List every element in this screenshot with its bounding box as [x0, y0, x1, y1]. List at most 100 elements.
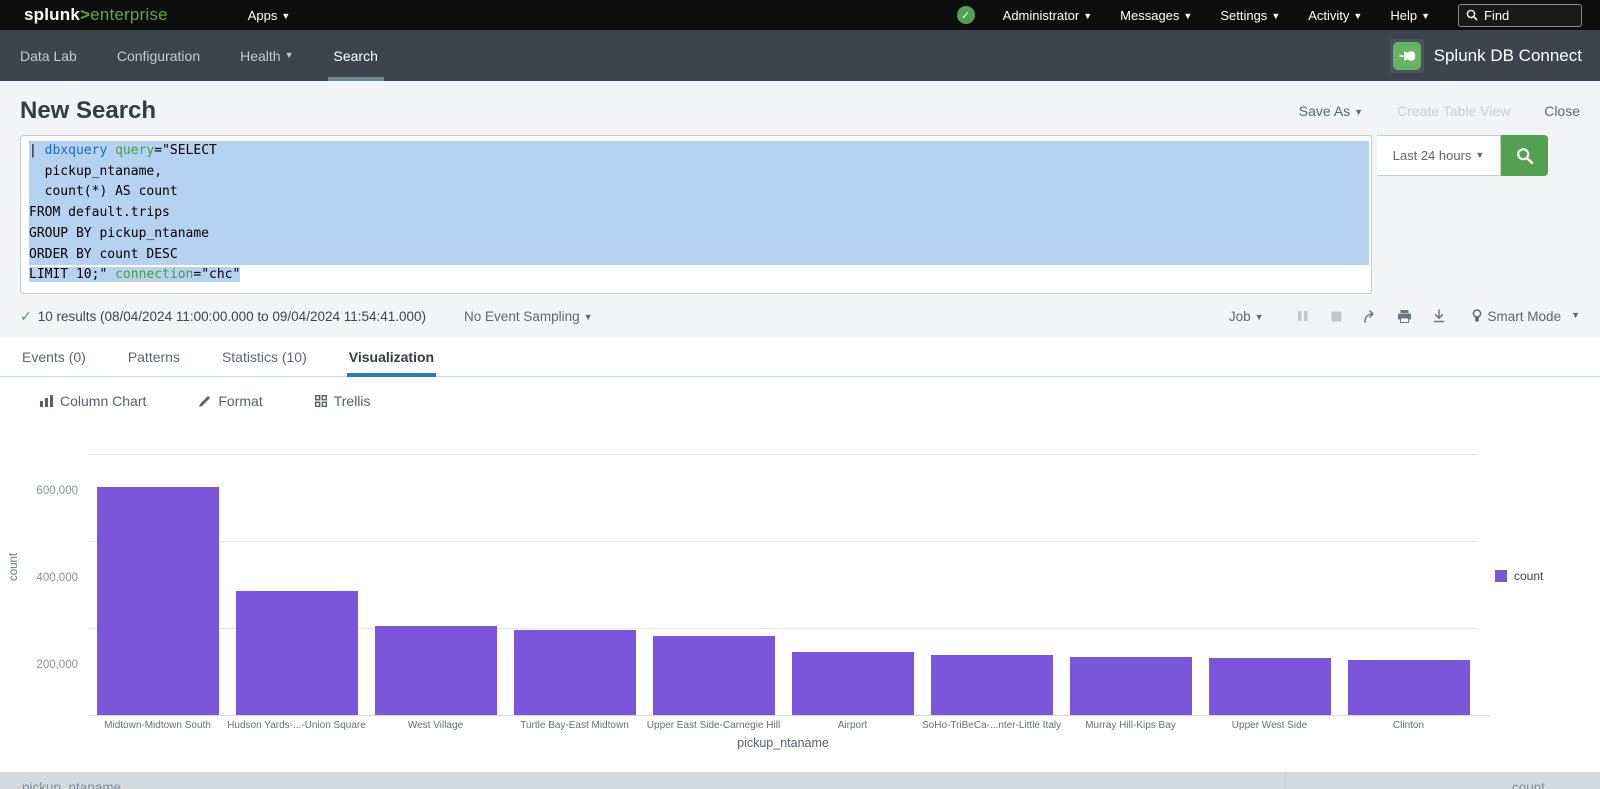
chevron-down-icon: ▼ [1353, 11, 1362, 21]
results-bar: ✓ 10 results (08/04/2024 11:00:00.000 to… [20, 294, 1580, 338]
nav-item-data-lab[interactable]: Data Lab [0, 30, 97, 81]
bar-7[interactable] [1070, 657, 1192, 716]
stop-button[interactable] [1320, 303, 1354, 329]
search-page-head: New Search Save As▼ Create Table View Cl… [0, 81, 1600, 338]
bar-slot [783, 652, 922, 716]
chevron-down-icon: ▼ [1571, 310, 1580, 320]
db-connect-app-icon[interactable] [1390, 39, 1424, 73]
share-button[interactable] [1354, 303, 1388, 329]
x-tick-label: West Village [366, 720, 505, 731]
chart-xlabels: Midtown-Midtown SouthHudson Yards-...-Un… [88, 720, 1478, 731]
y-tick-label: 400,000 [8, 572, 78, 584]
x-tick-label: Murray Hill-Kips Bay [1061, 720, 1200, 731]
chevron-down-icon: ▼ [1183, 11, 1192, 21]
tab-visualization[interactable]: Visualization [347, 338, 436, 376]
query-line: pickup_ntaname, [29, 162, 1369, 183]
chevron-down-icon: ▼ [1354, 107, 1363, 117]
bar-3[interactable] [514, 630, 636, 716]
query-line: GROUP BY pickup_ntaname [29, 224, 1369, 245]
bar-5[interactable] [792, 652, 914, 716]
bar-slot [644, 636, 783, 716]
print-button[interactable] [1388, 303, 1422, 329]
bar-8[interactable] [1209, 658, 1331, 716]
chevron-down-icon: ▼ [285, 50, 294, 60]
pause-button[interactable] [1286, 303, 1320, 329]
bar-1[interactable] [236, 591, 358, 716]
tab-patterns[interactable]: Patterns [126, 338, 182, 376]
query-line: ORDER BY count DESC [29, 245, 1369, 266]
x-tick-label: Midtown-Midtown South [88, 720, 227, 731]
find-search-box[interactable] [1458, 4, 1582, 27]
query-line: FROM default.trips [29, 203, 1369, 224]
logo-gt: > [80, 5, 90, 24]
app-nav-bar: Data Lab Configuration Health▼ Search Sp… [0, 30, 1600, 81]
logo-enterprise-text: enterprise [90, 5, 168, 24]
bar-2[interactable] [375, 626, 497, 716]
nav-item-health[interactable]: Health▼ [220, 30, 313, 81]
x-tick-label: Clinton [1339, 720, 1478, 731]
close-button[interactable]: Close [1544, 103, 1580, 119]
tab-events[interactable]: Events (0) [20, 338, 88, 376]
results-summary: 10 results (08/04/2024 11:00:00.000 to 0… [38, 309, 426, 324]
query-line: count(*) AS count [29, 182, 1369, 203]
bar-0[interactable] [97, 487, 219, 716]
settings-menu[interactable]: Settings▼ [1220, 8, 1280, 23]
x-axis-line [88, 715, 1490, 716]
activity-menu[interactable]: Activity▼ [1308, 8, 1362, 23]
chart-legend[interactable]: count [1495, 569, 1543, 583]
logo-splunk-text: splunk [24, 5, 80, 24]
x-tick-label: Upper West Side [1200, 720, 1339, 731]
chevron-down-icon: ▼ [1475, 150, 1484, 160]
statistics-table-header: pickup_ntaname count [0, 772, 1600, 789]
messages-menu[interactable]: Messages▼ [1120, 8, 1192, 23]
column-chart-icon [40, 395, 53, 407]
results-tabs: Events (0) Patterns Statistics (10) Visu… [0, 338, 1600, 377]
visualization-panel: Column Chart Format Trellis count 200,00… [0, 377, 1600, 789]
legend-label: count [1514, 569, 1543, 583]
query-editor[interactable]: | dbxquery query="SELECT pickup_ntaname,… [20, 135, 1372, 294]
bar-6[interactable] [931, 655, 1053, 716]
x-tick-label: Hudson Yards-...-Union Square [227, 720, 366, 731]
chevron-down-icon: ▼ [1421, 11, 1430, 21]
event-sampling-dropdown[interactable]: No Event Sampling▼ [464, 309, 592, 324]
search-icon [1516, 147, 1534, 165]
legend-swatch [1495, 570, 1507, 582]
x-tick-label: Upper East Side-Carnegie Hill [644, 720, 783, 731]
table-header-count[interactable]: count [1285, 772, 1600, 789]
pencil-icon [198, 395, 211, 408]
find-input[interactable] [1484, 8, 1564, 23]
page-title: New Search [20, 97, 156, 125]
app-title: Splunk DB Connect [1434, 46, 1582, 66]
create-table-view-button: Create Table View [1397, 103, 1510, 119]
tab-statistics[interactable]: Statistics (10) [220, 338, 309, 376]
run-search-button[interactable] [1501, 135, 1548, 176]
chart-type-picker[interactable]: Column Chart [40, 393, 146, 409]
export-button[interactable] [1422, 303, 1456, 329]
bar-9[interactable] [1348, 660, 1470, 716]
nav-item-search[interactable]: Search [314, 30, 398, 81]
column-chart: count 200,000 400,000 600,000 Midtown-Mi… [0, 433, 1600, 763]
job-menu[interactable]: Job▼ [1229, 309, 1264, 324]
x-tick-label: Turtle Bay-East Midtown [505, 720, 644, 731]
table-header-pickup-ntaname[interactable]: pickup_ntaname [0, 772, 1285, 789]
search-mode-dropdown[interactable]: Smart Mode▼ [1472, 309, 1580, 324]
help-menu[interactable]: Help▼ [1390, 8, 1430, 23]
save-as-button[interactable]: Save As▼ [1299, 103, 1363, 119]
apps-menu[interactable]: Apps▼ [248, 8, 291, 23]
nav-item-configuration[interactable]: Configuration [97, 30, 220, 81]
x-axis-title: pickup_ntaname [88, 736, 1478, 750]
bar-slot [1061, 657, 1200, 716]
time-range-picker[interactable]: Last 24 hours▼ [1377, 135, 1501, 176]
splunk-logo[interactable]: splunk>enterprise [24, 5, 168, 25]
trellis-menu[interactable]: Trellis [315, 393, 371, 409]
chart-plot [88, 444, 1478, 716]
bar-slot [88, 487, 227, 716]
chevron-down-icon: ▼ [1083, 11, 1092, 21]
administrator-menu[interactable]: Administrator▼ [1003, 8, 1093, 23]
chart-plot-area [88, 444, 1478, 716]
health-status-icon[interactable]: ✓ [957, 6, 975, 24]
bar-4[interactable] [653, 636, 775, 716]
format-menu[interactable]: Format [198, 393, 262, 409]
chevron-down-icon: ▼ [584, 312, 593, 322]
lightbulb-icon [1472, 309, 1482, 323]
